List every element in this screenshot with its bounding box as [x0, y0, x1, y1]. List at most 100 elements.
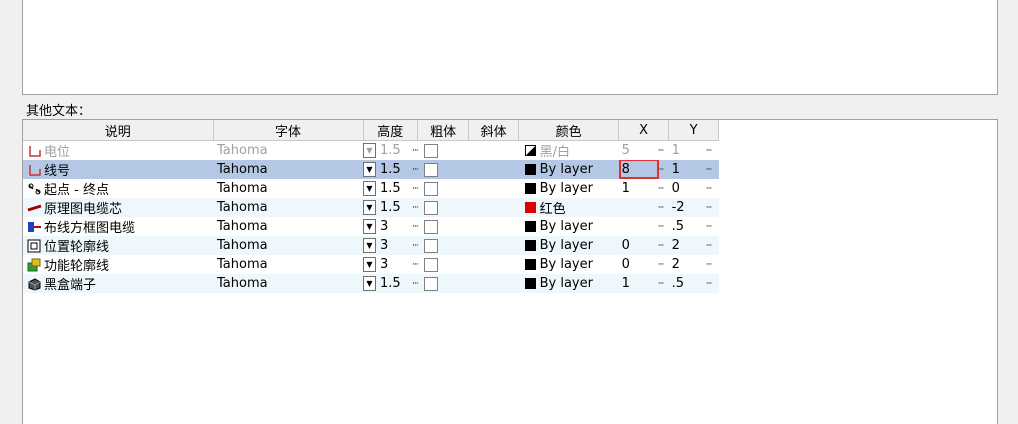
row-font[interactable]: Tahoma: [217, 200, 268, 215]
bold-checkbox[interactable]: [423, 276, 438, 291]
bold-checkbox[interactable]: [423, 238, 438, 253]
bold-checkbox[interactable]: [423, 181, 438, 196]
italic-cell[interactable]: [468, 236, 519, 255]
italic-cell[interactable]: [468, 217, 519, 236]
y-ellipsis-button[interactable]: ···: [706, 165, 713, 175]
row-x[interactable]: 0: [622, 238, 658, 253]
row-height[interactable]: 3: [380, 238, 412, 253]
table-row[interactable]: 位置轮廓线 Tahoma ▼ 3 ··· By layer 0 ··· 2 ···: [23, 236, 719, 255]
row-color[interactable]: By layer: [540, 238, 593, 253]
upper-text-list-panel[interactable]: [22, 0, 998, 95]
y-ellipsis-button[interactable]: ···: [706, 279, 713, 289]
row-x[interactable]: 5: [622, 143, 658, 158]
font-dropdown-button[interactable]: ▼: [363, 276, 376, 291]
row-height[interactable]: 3: [380, 257, 412, 272]
y-ellipsis-button[interactable]: ···: [706, 241, 713, 251]
x-ellipsis-button[interactable]: ···: [658, 279, 665, 289]
row-x[interactable]: 1: [622, 276, 658, 291]
row-font[interactable]: Tahoma: [217, 181, 268, 196]
header-font[interactable]: 字体: [213, 120, 364, 141]
x-edit-box[interactable]: [618, 160, 659, 179]
italic-cell[interactable]: [468, 179, 519, 198]
font-dropdown-button[interactable]: ▼: [363, 162, 376, 177]
row-y[interactable]: 1: [672, 143, 706, 158]
row-color[interactable]: 红色: [540, 198, 566, 217]
header-y[interactable]: Y: [668, 120, 720, 141]
row-x[interactable]: 1: [622, 181, 658, 196]
bold-checkbox[interactable]: [423, 219, 438, 234]
font-dropdown-button[interactable]: ▼: [363, 257, 376, 272]
font-dropdown-button[interactable]: ▼: [363, 181, 376, 196]
row-height[interactable]: 3: [380, 219, 412, 234]
x-ellipsis-button[interactable]: ···: [658, 260, 665, 270]
y-ellipsis-button[interactable]: ···: [706, 260, 713, 270]
header-bold[interactable]: 粗体: [417, 120, 470, 141]
row-font[interactable]: Tahoma: [217, 257, 268, 272]
row-y[interactable]: .5: [672, 276, 706, 291]
row-color[interactable]: By layer: [540, 219, 593, 234]
row-y[interactable]: 2: [672, 238, 706, 253]
font-dropdown-button[interactable]: ▼: [363, 238, 376, 253]
row-y[interactable]: .5: [672, 219, 706, 234]
y-ellipsis-button[interactable]: ···: [706, 222, 713, 232]
italic-cell[interactable]: [468, 140, 519, 160]
y-ellipsis-button[interactable]: ···: [706, 184, 713, 194]
italic-cell[interactable]: [468, 255, 519, 274]
table-row[interactable]: 电位 Tahoma ▼ 1.5 ··· 黑/白 5 ··· 1 ···: [23, 140, 719, 160]
y-ellipsis-button[interactable]: ···: [706, 203, 713, 213]
cable-core-icon: [27, 201, 42, 215]
row-y[interactable]: 0: [672, 181, 706, 196]
row-font[interactable]: Tahoma: [217, 238, 268, 253]
row-color[interactable]: By layer: [540, 257, 593, 272]
row-height[interactable]: 1.5: [380, 162, 412, 177]
italic-cell[interactable]: [468, 274, 519, 293]
x-ellipsis-button[interactable]: ···: [658, 203, 665, 213]
other-text-grid[interactable]: 说明 字体 高度 粗体 斜体 颜色 X Y 电位 Tahoma ▼ 1.5 ··· …: [22, 119, 998, 424]
x-ellipsis-button[interactable]: ···: [658, 222, 665, 232]
header-color[interactable]: 颜色: [518, 120, 620, 141]
row-x[interactable]: 0: [622, 257, 658, 272]
x-ellipsis-button[interactable]: ···: [658, 146, 665, 156]
row-height[interactable]: 1.5: [380, 143, 412, 158]
color-swatch: [524, 145, 536, 156]
row-y[interactable]: -2: [672, 200, 706, 215]
row-height[interactable]: 1.5: [380, 276, 412, 291]
table-row[interactable]: 线号 Tahoma ▼ 1.5 ··· By layer 8 ··· 1 ···: [23, 160, 719, 179]
row-y[interactable]: 1: [672, 162, 706, 177]
row-height[interactable]: 1.5: [380, 181, 412, 196]
header-x[interactable]: X: [618, 120, 670, 141]
table-row[interactable]: 原理图电缆芯 Tahoma ▼ 1.5 ··· 红色 ··· -2 ···: [23, 198, 719, 217]
row-desc: 电位: [44, 145, 71, 160]
font-dropdown-button[interactable]: ▼: [363, 219, 376, 234]
table-row[interactable]: 黑盒端子 Tahoma ▼ 1.5 ··· By layer 1 ··· .5 ···: [23, 274, 719, 293]
x-ellipsis-button[interactable]: ···: [658, 241, 665, 251]
bold-checkbox[interactable]: [423, 162, 438, 177]
table-row[interactable]: 功能轮廓线 Tahoma ▼ 3 ··· By layer 0 ··· 2 ···: [23, 255, 719, 274]
italic-cell[interactable]: [468, 198, 519, 217]
row-y[interactable]: 2: [672, 257, 706, 272]
row-color[interactable]: By layer: [540, 162, 593, 177]
bold-checkbox[interactable]: [423, 257, 438, 272]
header-height[interactable]: 高度: [363, 120, 419, 141]
color-swatch: [524, 164, 536, 175]
row-font[interactable]: Tahoma: [217, 143, 268, 158]
table-row[interactable]: 起点 - 终点 Tahoma ▼ 1.5 ··· By layer 1 ··· 0 ··…: [23, 179, 719, 198]
row-color[interactable]: By layer: [540, 276, 593, 291]
header-desc[interactable]: 说明: [23, 120, 214, 141]
y-ellipsis-button[interactable]: ···: [706, 146, 713, 156]
row-color[interactable]: By layer: [540, 181, 593, 196]
table-row[interactable]: 布线方框图电缆 Tahoma ▼ 3 ··· By layer ··· .5 ···: [23, 217, 719, 236]
font-dropdown-button[interactable]: ▼: [363, 200, 376, 215]
font-dropdown-button[interactable]: ▼: [363, 143, 376, 158]
row-font[interactable]: Tahoma: [217, 276, 268, 291]
bold-checkbox[interactable]: [423, 143, 438, 158]
x-ellipsis-button[interactable]: ···: [658, 184, 665, 194]
row-color[interactable]: 黑/白: [540, 141, 570, 160]
bold-checkbox[interactable]: [423, 200, 438, 215]
header-italic[interactable]: 斜体: [468, 120, 520, 141]
row-desc: 起点 - 终点: [44, 183, 109, 198]
row-font[interactable]: Tahoma: [217, 219, 268, 234]
italic-cell[interactable]: [468, 160, 519, 179]
row-height[interactable]: 1.5: [380, 200, 412, 215]
row-font[interactable]: Tahoma: [217, 162, 268, 177]
